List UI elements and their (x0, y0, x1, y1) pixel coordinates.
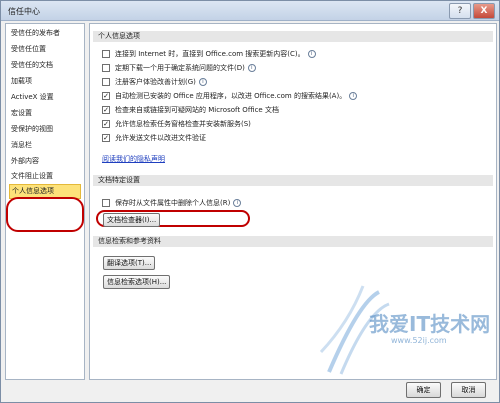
info-icon: i (233, 199, 242, 207)
sidebar-item-activex-settings[interactable]: ActiveX 设置 (11, 91, 77, 104)
info-icon: i (198, 78, 207, 86)
window-title: 信任中心 (8, 7, 40, 16)
close-button[interactable]: X (473, 3, 495, 19)
help-button[interactable]: ? (449, 3, 471, 19)
option-label: 定期下载一个用于确定系统问题的文件(D) (115, 64, 245, 72)
research-options-button[interactable]: 信息检索选项(H)... (103, 275, 171, 289)
option-checkbox[interactable]: ✓ (102, 106, 110, 114)
settings-panel: 个人信息选项 连接到 Internet 时，直接到 Office.com 搜索更… (89, 23, 497, 380)
translation-options-button[interactable]: 翻译选项(T)... (103, 256, 156, 270)
ok-button[interactable]: 确定 (406, 382, 441, 398)
option-checkbox[interactable]: ✓ (102, 92, 110, 100)
option-label: 检查来自或链接到可疑网站的 Microsoft Office 文档 (115, 106, 279, 114)
option-label: 保存时从文件属性中删除个人信息(R) (115, 199, 231, 207)
sidebar-item-file-block-settings[interactable]: 文件阻止设置 (11, 170, 77, 183)
sidebar-item-message-bar[interactable]: 消息栏 (11, 139, 77, 152)
sidebar-item-trusted-publishers[interactable]: 受信任的发布者 (11, 27, 77, 40)
title-bar: 信任中心 ? X (1, 1, 499, 21)
sidebar-item-protected-view[interactable]: 受保护的视图 (11, 123, 77, 136)
sidebar-highlight-annotation (6, 197, 84, 232)
privacy-statement-link[interactable]: 阅读我们的隐私声明 (102, 154, 165, 164)
option-checkbox[interactable] (102, 64, 110, 72)
option-label: 自动检测已安装的 Office 应用程序，以改进 Office.com 的搜索结… (115, 92, 347, 100)
option-checkbox[interactable] (102, 78, 110, 86)
sidebar-item-macro-settings[interactable]: 宏设置 (11, 107, 77, 120)
info-icon: i (307, 50, 316, 58)
cancel-button[interactable]: 取消 (451, 382, 486, 398)
info-icon: i (247, 64, 256, 72)
option-checkbox[interactable]: ✓ (102, 120, 110, 128)
document-settings-heading: 文档特定设置 (93, 175, 493, 186)
sidebar-item-trusted-documents[interactable]: 受信任的文档 (11, 59, 77, 72)
personal-info-heading: 个人信息选项 (93, 31, 493, 42)
sidebar-item-privacy-options[interactable]: 个人信息选项 (9, 184, 81, 199)
option-checkbox[interactable]: ✓ (102, 134, 110, 142)
trust-center-dialog: 信任中心 ? X 受信任的发布者 受信任位置 受信任的文档 加载项 Active… (0, 0, 500, 403)
sidebar: 受信任的发布者 受信任位置 受信任的文档 加载项 ActiveX 设置 宏设置 … (5, 23, 85, 380)
sidebar-item-add-ins[interactable]: 加载项 (11, 75, 77, 88)
option-label: 允许发送文件以改进文件验证 (115, 134, 206, 142)
document-inspector-button[interactable]: 文档检查器(I)... (103, 213, 161, 227)
option-label: 允许信息检索任务窗格检查并安装新服务(S) (115, 120, 251, 128)
option-checkbox[interactable] (102, 199, 110, 207)
sidebar-item-trusted-locations[interactable]: 受信任位置 (11, 43, 77, 56)
research-heading: 信息检索和参考资料 (93, 236, 493, 247)
option-checkbox[interactable] (102, 50, 110, 58)
sidebar-item-external-content[interactable]: 外部内容 (11, 155, 77, 168)
info-icon: i (349, 92, 358, 100)
option-label: 连接到 Internet 时，直接到 Office.com 搜索更新内容(C)。 (115, 50, 305, 58)
option-label: 注册客户体验改善计划(G) (115, 78, 196, 86)
